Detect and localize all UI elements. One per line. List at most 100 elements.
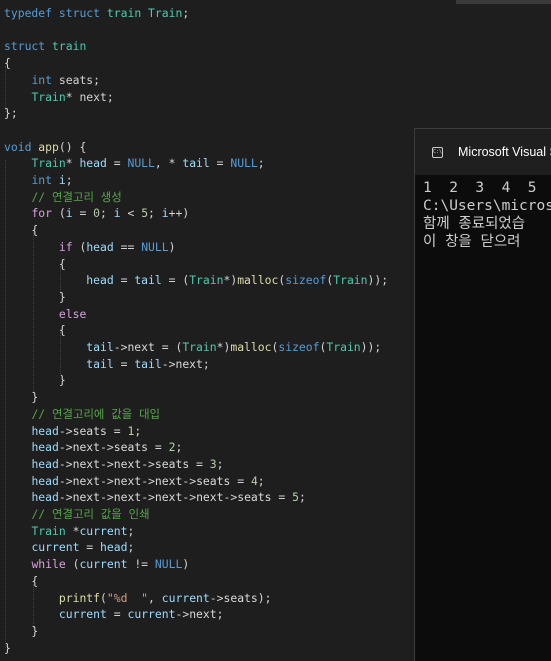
code-token: ; — [216, 456, 224, 471]
code-line: current = current->next; — [4, 606, 224, 622]
code-token: ++) — [168, 206, 190, 221]
console-titlebar[interactable]: C:\ Microsoft Visual S — [415, 129, 551, 175]
code-token: -> — [58, 490, 73, 505]
code-token: "%d " — [106, 590, 149, 605]
console-window[interactable]: C:\ Microsoft Visual S 1 2 3 4 5 C:\User… — [414, 128, 551, 661]
code-token: malloc — [237, 273, 279, 288]
code-token: } — [4, 373, 66, 388]
code-token: // 연결고리 생성 — [31, 189, 122, 204]
code-line: int i; — [4, 172, 72, 188]
code-token: current — [127, 607, 176, 622]
code-token: Train — [189, 273, 224, 288]
code-token: head — [31, 423, 59, 438]
code-token: -> — [58, 473, 73, 488]
code-token: ( — [52, 206, 66, 221]
code-token: = — [106, 607, 128, 622]
code-token: next — [189, 607, 217, 622]
code-token: current — [58, 607, 107, 622]
indent-guide — [33, 584, 34, 628]
code-line: struct train — [4, 38, 86, 54]
code-line: printf("%d ", current->seats); — [4, 590, 272, 606]
indent-guide — [60, 266, 61, 294]
code-token: seats; — [52, 72, 101, 87]
indent-guide — [5, 66, 6, 112]
code-token: }; — [4, 106, 18, 121]
code-token: seats — [196, 473, 231, 488]
code-token: -> — [141, 490, 155, 505]
code-token: = ( — [154, 340, 183, 354]
code-token: ) — [182, 557, 190, 572]
code-token: current — [79, 523, 128, 538]
code-token: seats — [223, 590, 258, 605]
code-token: Train — [31, 89, 66, 104]
code-token: -> — [223, 490, 238, 505]
code-line: else — [4, 306, 86, 322]
code-line: head->next->next->next->seats = 4; — [4, 473, 264, 489]
code-token: < — [120, 206, 142, 221]
code-token: i — [58, 173, 66, 187]
code-token: = — [189, 456, 210, 471]
code-token: { — [4, 256, 66, 271]
indent-guide — [5, 160, 6, 648]
code-token: = — [271, 490, 293, 505]
code-token: == — [113, 239, 142, 254]
code-line: head = tail = (Train*)malloc(sizeof(Trai… — [4, 272, 388, 288]
code-token: -> — [141, 456, 155, 471]
code-token: 0 — [93, 206, 101, 221]
code-token: = — [148, 440, 169, 455]
code-token: // 연결고리에 값을 대입 — [31, 406, 161, 421]
code-token: sizeof — [285, 273, 327, 288]
code-token: ; — [216, 607, 224, 622]
code-token: printf — [58, 590, 101, 605]
code-token: ) — [168, 239, 176, 254]
code-token: , — [148, 590, 162, 605]
code-token: next — [72, 440, 101, 455]
code-token: else — [58, 306, 87, 321]
code-token: seats — [154, 456, 190, 471]
code-token: = — [209, 156, 231, 171]
code-token: ; — [175, 440, 183, 455]
code-line: for (i = 0; i < 5; i++) — [4, 205, 189, 221]
code-token: -> — [58, 440, 73, 455]
console-title: Microsoft Visual S — [458, 145, 551, 159]
code-line: Train* head = NULL, * tail = NULL; — [4, 155, 264, 171]
code-line: tail = tail->next; — [4, 356, 209, 372]
code-token: for — [31, 206, 53, 221]
code-line: Train* next; — [4, 89, 114, 105]
code-token: next — [154, 490, 183, 505]
code-token: , * — [154, 156, 183, 171]
code-token: -> — [161, 356, 176, 371]
code-line: typedef struct train Train; — [4, 5, 189, 21]
code-token: tail — [182, 156, 210, 171]
code-token: Train — [148, 6, 183, 20]
code-token: Train — [31, 156, 66, 171]
code-line: { — [4, 256, 66, 272]
code-token: ( — [65, 557, 80, 572]
code-token: NULL — [127, 156, 155, 171]
code-token: 4 — [250, 473, 258, 488]
code-line: head->next->next->next->next->seats = 5; — [4, 489, 306, 505]
code-token: struct — [4, 39, 46, 54]
code-token: next — [127, 340, 155, 354]
code-token: // 연결고리 값을 인쇄 — [31, 507, 150, 521]
code-token: ; — [298, 490, 306, 505]
code-token: = — [72, 206, 94, 221]
code-token: = — [113, 273, 135, 288]
code-token: * next; — [65, 89, 114, 104]
code-token: -> — [182, 473, 197, 488]
code-token: struct — [58, 6, 101, 20]
code-token: -> — [100, 440, 114, 455]
